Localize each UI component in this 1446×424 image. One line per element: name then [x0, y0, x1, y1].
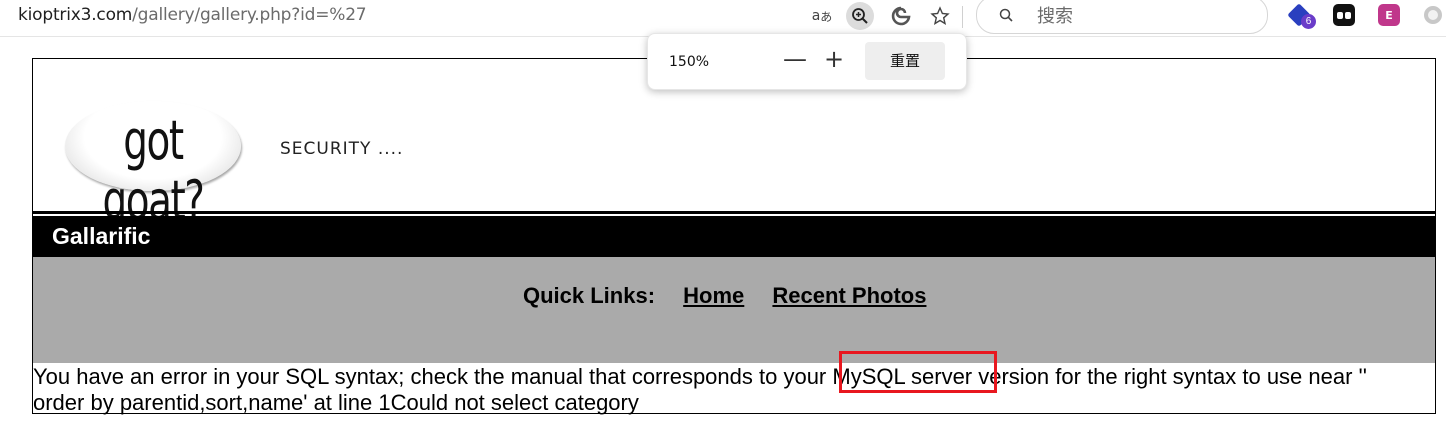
- zoom-out-button[interactable]: —: [782, 46, 808, 74]
- search-input[interactable]: 搜索: [976, 0, 1268, 34]
- browser-toolbar: kioptrix3.com/gallery/gallery.php?id=%27…: [0, 0, 1446, 37]
- extension-circle-icon[interactable]: [1424, 6, 1442, 24]
- zoom-popup: 150% — + 重置: [647, 33, 967, 90]
- toolbar-divider: [962, 6, 963, 28]
- sql-error-message: You have an error in your SQL syntax; ch…: [33, 364, 1367, 415]
- quick-links-bar: Quick Links: Home Recent Photos: [33, 257, 1435, 363]
- page-frame: got goat? SECURITY .... Gallarific Quick…: [32, 58, 1436, 415]
- zoom-icon[interactable]: [846, 2, 874, 30]
- extension-mask-icon[interactable]: [1333, 4, 1355, 26]
- quick-links-label: Quick Links:: [523, 283, 656, 308]
- search-placeholder: 搜索: [1037, 6, 1073, 27]
- zoom-in-button[interactable]: +: [821, 46, 847, 74]
- title-bar: Gallarific: [33, 216, 1435, 257]
- site-tagline: SECURITY ....: [280, 139, 404, 159]
- address-bar[interactable]: kioptrix3.com/gallery/gallery.php?id=%27: [18, 5, 367, 25]
- recent-photos-link[interactable]: Recent Photos: [772, 283, 926, 308]
- extension-translate-label: E: [1385, 8, 1393, 22]
- url-host: kioptrix3.com: [18, 5, 133, 25]
- site-title: Gallarific: [52, 223, 151, 249]
- extension-badge: 6: [1301, 14, 1316, 29]
- zoom-level: 150%: [669, 54, 710, 70]
- edge-icon[interactable]: [887, 2, 915, 30]
- extension-translate-icon[interactable]: E: [1378, 4, 1400, 26]
- site-logo: got goat?: [65, 101, 241, 231]
- search-icon: [999, 8, 1013, 22]
- zoom-reset-button[interactable]: 重置: [865, 42, 945, 80]
- read-aloud-icon[interactable]: aあ: [808, 2, 836, 30]
- favorite-star-icon[interactable]: [926, 2, 954, 30]
- quick-links: Quick Links: Home Recent Photos: [523, 283, 926, 309]
- url-path: /gallery/gallery.php?id=%27: [132, 5, 367, 25]
- header-divider: [33, 211, 1435, 214]
- home-link[interactable]: Home: [683, 283, 744, 308]
- mysql-server-highlight: [839, 351, 997, 393]
